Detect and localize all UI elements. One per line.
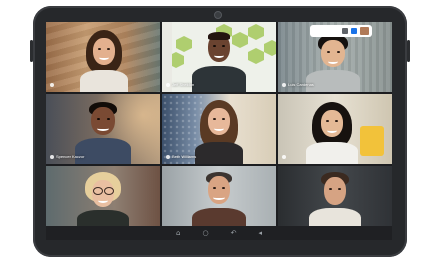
meeting-screen: Jeff Sheldon Luis Cardenas Spencer Kaczo… <box>46 22 392 240</box>
side-button <box>30 40 33 62</box>
participant-avatar <box>306 102 358 164</box>
home-icon[interactable]: ⌂ <box>176 229 180 237</box>
participant-tile[interactable]: Jeff Sheldon <box>162 22 276 92</box>
yellow-chair <box>360 126 384 156</box>
mic-icon <box>166 155 170 159</box>
participant-name-tag: Jeff Sheldon <box>166 81 194 89</box>
participant-name-tag <box>282 153 288 161</box>
participant-name: Luis Cardenas <box>288 82 314 87</box>
participant-avatar <box>309 172 361 232</box>
participant-grid: Jeff Sheldon Luis Cardenas Spencer Kaczo… <box>46 22 392 240</box>
side-button <box>407 40 410 62</box>
participant-tile[interactable] <box>46 22 160 92</box>
participant-avatar <box>77 172 129 232</box>
participant-tile[interactable] <box>278 94 392 164</box>
participant-name: Spencer Kaczor <box>56 154 85 159</box>
mic-icon <box>50 155 54 159</box>
participant-avatar <box>192 32 246 92</box>
back-icon[interactable]: ↶ <box>231 229 237 237</box>
participant-name-tag <box>50 81 56 89</box>
top-controls[interactable] <box>310 25 372 37</box>
participant-name-tag: Luis Cardenas <box>282 81 314 89</box>
mic-icon <box>166 83 170 87</box>
participant-name-tag: Spencer Kaczor <box>50 153 84 161</box>
participant-name: Jeff Sheldon <box>172 82 195 87</box>
participant-avatar <box>306 34 360 92</box>
glasses <box>93 187 103 195</box>
participant-name: Beth Williams <box>172 154 197 159</box>
participant-tile[interactable]: Beth Williams <box>162 94 276 164</box>
participant-avatar <box>192 172 246 232</box>
mic-icon <box>282 155 286 159</box>
mic-icon <box>50 83 54 87</box>
participant-avatar <box>80 30 128 92</box>
participant-name-tag: Beth Williams <box>166 153 196 161</box>
volume-icon[interactable]: ◂ <box>258 229 262 237</box>
people-icon[interactable] <box>342 28 348 34</box>
self-view-thumbnail[interactable] <box>360 27 369 35</box>
mic-icon <box>282 83 286 87</box>
participant-tile[interactable]: Luis Cardenas <box>278 22 392 92</box>
circle-icon[interactable]: ○ <box>202 229 208 237</box>
chat-icon[interactable] <box>351 28 357 34</box>
participant-avatar <box>195 100 243 164</box>
front-camera <box>214 11 222 19</box>
system-nav-bar: ⌂ ○ ↶ ◂ <box>46 226 392 240</box>
participant-tile[interactable]: Spencer Kaczor <box>46 94 160 164</box>
participant-avatar <box>75 102 131 164</box>
